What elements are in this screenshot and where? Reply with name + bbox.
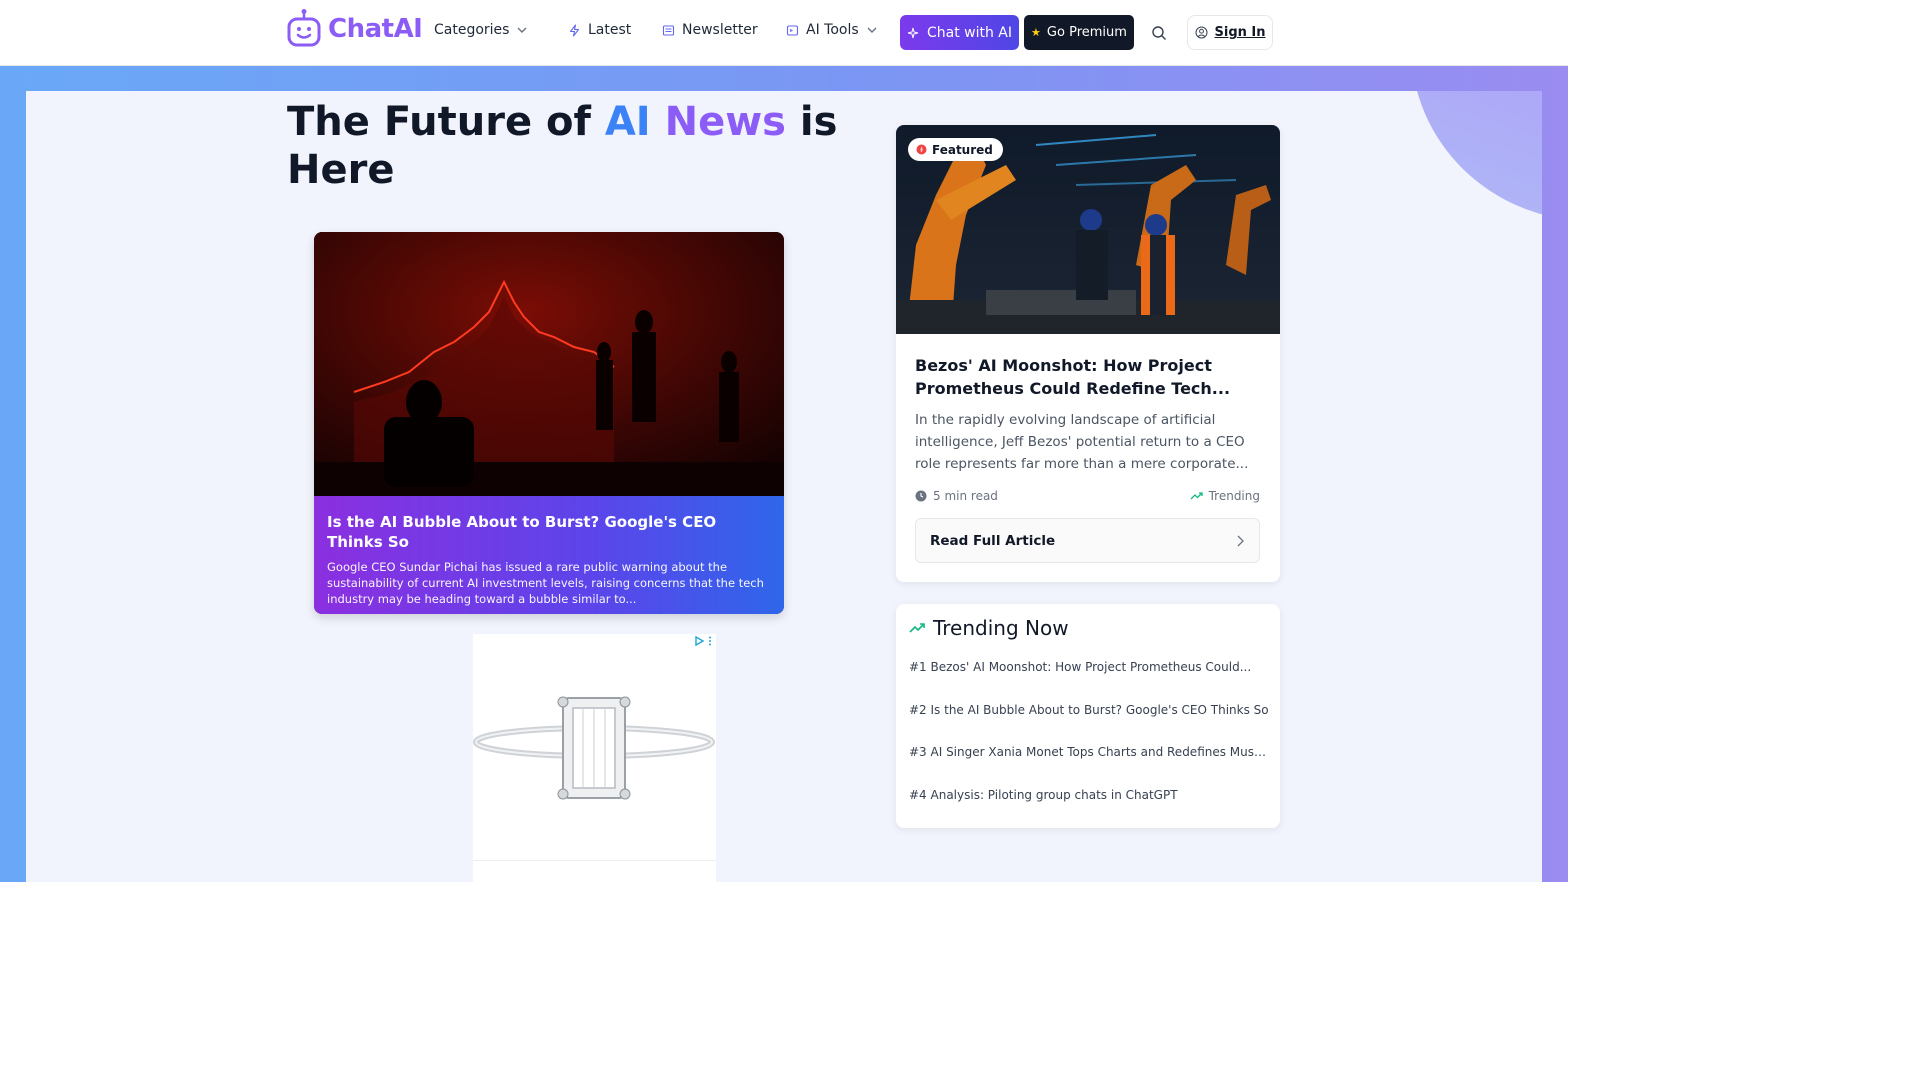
nav-ai-tools-label: AI Tools: [806, 22, 859, 38]
featured-badge-label: Featured: [932, 142, 993, 157]
nav-latest-label: Latest: [588, 22, 632, 38]
chevron-down-icon: [517, 27, 527, 33]
hero-title: The Future of AI News is Here: [287, 98, 847, 194]
flame-icon: [916, 144, 927, 155]
main-article-caption: Is the AI Bubble About to Burst? Google'…: [314, 496, 784, 614]
sparkle-icon: [907, 27, 919, 38]
nav-newsletter-label: Newsletter: [682, 22, 758, 38]
sign-in-button[interactable]: Sign In: [1187, 15, 1273, 50]
trending-now-panel: Trending Now #1 Bezos' AI Moonshot: How …: [896, 604, 1280, 828]
robot-logo-icon: [287, 9, 321, 47]
logo[interactable]: ChatAI: [286, 8, 423, 50]
nav-categories[interactable]: Categories: [434, 22, 528, 38]
featured-article-title[interactable]: Bezos' AI Moonshot: How Project Promethe…: [915, 354, 1265, 400]
star-icon: ★: [1031, 26, 1041, 39]
hero-title-news: News: [664, 99, 786, 145]
lightning-icon: [569, 23, 580, 37]
hero-panel: [26, 91, 1542, 882]
trending-now-title: Trending Now: [933, 616, 1069, 640]
main-article-excerpt: Google CEO Sundar Pichai has issued a ra…: [327, 560, 764, 606]
main-article-card[interactable]: Is the AI Bubble About to Burst? Google'…: [314, 232, 784, 614]
trending-item[interactable]: #1 Bezos' AI Moonshot: How Project Prome…: [909, 660, 1269, 703]
chat-with-ai-button[interactable]: Chat with AI: [900, 15, 1019, 50]
clock-icon: [915, 490, 927, 502]
trending-item[interactable]: #3 AI Singer Xania Monet Tops Charts and…: [909, 745, 1269, 788]
main-article-image: [314, 232, 784, 496]
featured-article-card[interactable]: Featured Bezos' AI Moonshot: How Project…: [896, 125, 1280, 582]
trending-item[interactable]: #4 Analysis: Piloting group chats in Cha…: [909, 788, 1269, 831]
featured-article-meta: 5 min read Trending: [915, 489, 1260, 503]
ring-image: [473, 696, 715, 800]
featured-badge: Featured: [908, 138, 1003, 161]
trending-up-icon: [1190, 492, 1203, 500]
chevron-right-icon: [1237, 535, 1244, 546]
logo-text: ChatAI: [328, 14, 423, 44]
newsletter-icon: [662, 24, 675, 36]
trending-up-icon: [909, 623, 925, 633]
read-full-article-button[interactable]: Read Full Article: [915, 518, 1260, 563]
trending-now-heading: Trending Now: [909, 616, 1069, 640]
read-time-label: 5 min read: [933, 489, 998, 503]
trending-indicator: Trending: [1190, 489, 1260, 503]
site-header: ChatAI Categories Latest Newsletter AI T…: [0, 0, 1568, 66]
user-icon: [1195, 26, 1207, 39]
chevron-down-icon: [867, 27, 877, 33]
hero-title-ai: AI: [604, 99, 651, 145]
decorative-blob: [1411, 91, 1542, 221]
trending-label: Trending: [1208, 489, 1260, 503]
go-premium-label: Go Premium: [1046, 25, 1127, 40]
search-icon: [1152, 26, 1166, 40]
go-premium-button[interactable]: ★ Go Premium: [1024, 15, 1134, 50]
hero-title-part1: The Future of: [287, 99, 605, 145]
nav-ai-tools[interactable]: AI Tools: [786, 22, 878, 38]
nav-latest[interactable]: Latest: [568, 22, 631, 38]
read-time: 5 min read: [915, 489, 998, 503]
ai-tools-icon: [786, 24, 799, 36]
nav-categories-label: Categories: [434, 22, 510, 38]
search-button[interactable]: [1148, 22, 1170, 44]
main-article-title[interactable]: Is the AI Bubble About to Burst? Google'…: [327, 512, 771, 552]
trending-item[interactable]: #2 Is the AI Bubble About to Burst? Goog…: [909, 703, 1269, 746]
sign-in-label: Sign In: [1214, 25, 1266, 40]
featured-article-excerpt: In the rapidly evolving landscape of art…: [915, 412, 1249, 472]
advertisement[interactable]: [473, 634, 716, 882]
read-full-article-label: Read Full Article: [930, 532, 1056, 549]
nav-newsletter[interactable]: Newsletter: [662, 22, 758, 38]
chat-with-ai-label: Chat with AI: [926, 24, 1013, 41]
ad-footer: [473, 860, 716, 882]
trending-list: #1 Bezos' AI Moonshot: How Project Prome…: [909, 660, 1269, 830]
